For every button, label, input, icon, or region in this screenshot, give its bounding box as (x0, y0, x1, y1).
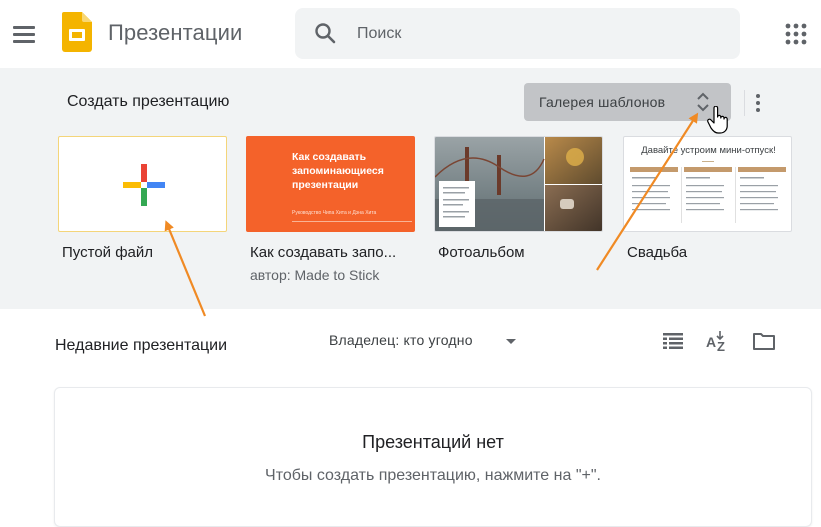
template-thumbnail[interactable]: Давайте устроим мини-отпуск! (623, 136, 792, 232)
plus-icon (123, 164, 165, 206)
template-panel: Создать презентацию Галерея шаблонов Пус… (0, 68, 821, 309)
svg-text:Z: Z (717, 339, 725, 353)
unfold-icon (697, 92, 709, 112)
template-gallery-label: Галерея шаблонов (539, 94, 666, 110)
list-view-icon[interactable] (661, 329, 685, 353)
more-options-icon[interactable] (748, 88, 768, 118)
empty-state-subtitle: Чтобы создать презентацию, нажмите на "+… (265, 467, 601, 484)
template-name: Свадьба (627, 244, 688, 261)
slides-logo-icon[interactable] (62, 12, 92, 52)
apps-grid-icon[interactable] (782, 20, 810, 48)
app-title: Презентации (108, 20, 243, 45)
template-gallery-button[interactable]: Галерея шаблонов (524, 83, 731, 121)
thumbnail-columns (630, 161, 786, 223)
search-bar[interactable] (295, 8, 740, 59)
thumbnail-title: Как создавать запоминающиеся презентации (292, 151, 384, 191)
template-thumbnail[interactable] (434, 136, 603, 232)
thumbnail-rule (292, 221, 412, 222)
template-name: Пустой файл (62, 244, 154, 261)
template-thumbnail[interactable]: Как создавать запоминающиеся презентации… (246, 136, 415, 232)
recent-presentations-title: Недавние презентации (55, 337, 228, 354)
template-author: автор: Made to Stick (250, 267, 380, 283)
photo-collage (435, 137, 602, 231)
template-name: Фотоальбом (438, 244, 525, 261)
template-name: Как создавать запо... (250, 244, 397, 261)
folder-icon[interactable] (752, 329, 776, 353)
template-thumbnail[interactable] (58, 136, 227, 232)
main-menu-icon[interactable] (8, 18, 40, 50)
empty-state-title: Презентаций нет (362, 432, 504, 452)
owner-filter-dropdown[interactable]: Владелец: кто угодно (329, 332, 516, 352)
search-input[interactable] (357, 8, 717, 59)
thumbnail-subtitle: Руководство Чипа Хита и Дэна Хита (292, 210, 377, 216)
thumbnail-title: Давайте устроим мини-отпуск! (641, 145, 776, 156)
owner-filter-label: Владелец: кто угодно (329, 332, 473, 348)
sort-az-icon[interactable]: A Z (706, 329, 730, 353)
empty-state-card: Презентаций нет Чтобы создать презентаци… (54, 387, 812, 527)
toolbar-divider (744, 90, 745, 116)
create-presentation-title: Создать презентацию (67, 93, 230, 110)
app-header: Презентации (0, 0, 821, 68)
dropdown-arrow-icon (506, 339, 516, 344)
search-icon[interactable] (313, 21, 337, 45)
svg-text:A: A (706, 334, 716, 350)
